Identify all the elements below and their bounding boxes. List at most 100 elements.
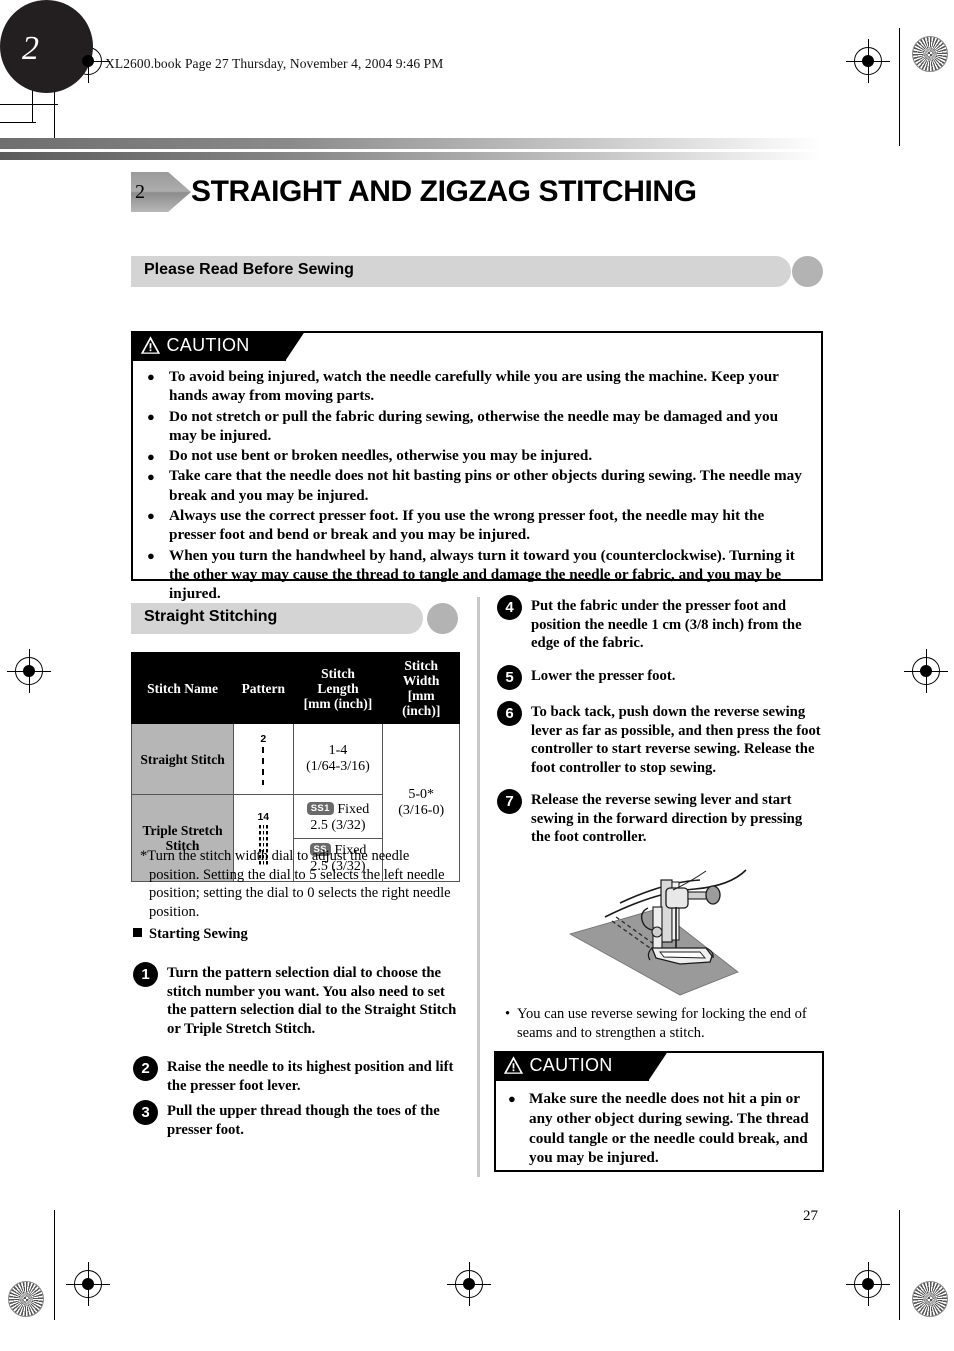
caution-item: ● Always use the correct presser foot. If… — [147, 507, 765, 544]
caution-item-text: Do not use bent or broken needles, other… — [169, 447, 593, 465]
stitch-width-footnote: *Turn the stitch width dial to adjust th… — [140, 848, 451, 920]
step-number-badge: 4 — [497, 595, 522, 620]
step-item-4: 4 Put the fabric under the presser foot … — [497, 595, 823, 653]
caution-box-top: CAUTION ● To avoid being injured, watch t… — [130, 330, 823, 602]
step-item-1: 1 Turn the pattern selection dial to cho… — [133, 962, 461, 1038]
warning-triangle-icon — [140, 335, 161, 355]
dashed-stitch-pattern-icon — [262, 746, 265, 785]
caution-tab-corner — [648, 1050, 669, 1081]
crop-mark-bottom-left-vertical — [54, 1210, 55, 1320]
step-text: Release the reverse sewing lever and sta… — [531, 792, 803, 846]
header-line-2: Width — [402, 673, 440, 689]
page-title: STRAIGHT AND ZIGZAG STITCHING — [191, 175, 697, 208]
subheading-starting-sewing: Starting Sewing — [133, 926, 248, 943]
step-number-badge: 3 — [133, 1100, 158, 1125]
header-line-3: [mm (inch)] — [402, 688, 441, 719]
length-subrow: SS1 Fixed 2.5 (3/32) — [293, 798, 383, 839]
caution-item: ● Do not stretch or pull the fabric durin… — [147, 407, 779, 444]
caution-tab-bottom: CAUTION — [493, 1050, 669, 1081]
warning-triangle-icon — [503, 1055, 524, 1075]
step-number-badge: 5 — [497, 665, 522, 690]
page-number: 27 — [803, 1208, 818, 1224]
header-line-2: Length — [317, 680, 359, 696]
subheading-label: Starting Sewing — [149, 926, 248, 942]
caution-label-bottom: CAUTION — [529, 1054, 613, 1075]
crop-mark-top-right-vertical — [899, 28, 900, 146]
step-number-badge: 6 — [497, 701, 522, 726]
section-banner-read-before-sewing: Please Read Before Sewing — [131, 256, 823, 287]
presser-foot-on-fabric-illustration — [560, 852, 830, 997]
section-banner-straight-stitching: Straight Stitching — [131, 603, 459, 634]
pattern-number: 14 — [257, 811, 270, 824]
registration-mark-bottom-left — [66, 1262, 110, 1306]
banner-end-cap — [792, 256, 823, 287]
header-line-1: Stitch — [404, 658, 439, 673]
chapter-title-row: 2 STRAIGHT AND ZIGZAG STITCHING — [131, 170, 697, 214]
name-line-1: Triple Stretch — [142, 822, 223, 838]
registration-mark-left-middle — [7, 649, 51, 693]
banner-end-cap — [427, 603, 458, 634]
illustration-note-text: You can use reverse sewing for locking t… — [517, 1006, 807, 1041]
registration-mark-right-middle — [904, 649, 948, 693]
width-line-1: 5-0* — [408, 786, 435, 802]
table-header-stitch-width: Stitch Width [mm (inch)] — [382, 651, 460, 725]
caution-box-bottom: CAUTION ● Make sure the needle does not h… — [493, 1050, 824, 1172]
width-line-2: (3/16-0) — [398, 802, 445, 818]
crop-mark-top-left-horizontal — [0, 104, 58, 105]
step-item-3: 3 Pull the upper thread though the toes … — [133, 1100, 461, 1139]
caution-item: ● Do not use bent or broken needles, othe… — [147, 447, 593, 465]
chapter-tab-marker: 2 — [0, 0, 93, 93]
header-line-3: [mm (inch)] — [303, 695, 373, 711]
cell-stitch-length-straight: 1-4 (1/64-3/16) — [292, 723, 384, 796]
header-gradient-bar-upper — [0, 138, 822, 149]
step-text: Raise the needle to its highest position… — [167, 1059, 454, 1094]
halftone-registration-patch-top-right — [912, 36, 948, 72]
section-heading-straight-stitching: Straight Stitching — [144, 608, 278, 625]
caution-list-bottom: ● Make sure the needle does not hit a pin… — [508, 1089, 810, 1168]
step-text: Put the fabric under the presser foot an… — [531, 598, 802, 652]
step-item-7: 7 Release the reverse sewing lever and s… — [497, 789, 823, 847]
table-header-pattern: Pattern — [233, 651, 294, 725]
caution-tab-top: CAUTION — [130, 330, 306, 361]
caution-item-text: When you turn the handwheel by hand, alw… — [169, 546, 795, 603]
cell-pattern-straight: 2 — [233, 723, 294, 796]
caution-label-top: CAUTION — [166, 334, 250, 355]
step-text: Pull the upper thread though the toes of… — [167, 1103, 440, 1138]
step-text: To back tack, push down the reverse sewi… — [531, 704, 821, 776]
fixed-label: Fixed — [337, 801, 370, 817]
step-item-5: 5 Lower the presser foot. — [497, 665, 823, 690]
chapter-tab-number: 2 — [22, 30, 39, 67]
step-item-2: 2 Raise the needle to its highest positi… — [133, 1056, 461, 1095]
caution-item-text: Take care that the needle does not hit b… — [169, 467, 802, 504]
crop-mark-bottom-right-vertical — [899, 1210, 900, 1320]
caution-item: ● To avoid being injured, watch the needl… — [147, 368, 779, 405]
step-text: Turn the pattern selection dial to choos… — [167, 965, 457, 1037]
illustration-note: • You can use reverse sewing for locking … — [504, 1005, 835, 1043]
table-header-row: Stitch Name Pattern Stitch Length [mm (i… — [130, 651, 460, 725]
caution-body-top: ● To avoid being injured, watch the needl… — [147, 367, 807, 604]
registration-mark-top-right — [846, 39, 890, 83]
step-number-badge: 7 — [497, 789, 522, 814]
caution-item: ● Make sure the needle does not hit a pin… — [508, 1090, 809, 1167]
table-header-stitch-name: Stitch Name — [130, 651, 235, 725]
file-header-text: XL2600.book Page 27 Thursday, November 4… — [105, 56, 444, 71]
caution-list-top: ● To avoid being injured, watch the needl… — [147, 367, 807, 604]
registration-mark-bottom-right — [846, 1262, 890, 1306]
halftone-registration-patch-bottom-left — [8, 1281, 44, 1317]
pattern-number: 2 — [260, 733, 267, 746]
caution-item-text: Make sure the needle does not hit a pin … — [529, 1090, 809, 1167]
step-number-badge: 2 — [133, 1056, 158, 1081]
header-gradient-bar-lower — [0, 152, 822, 160]
header-line-1: Stitch — [321, 665, 355, 681]
caution-item-text: To avoid being injured, watch the needle… — [169, 368, 779, 405]
caution-item-text: Do not stretch or pull the fabric during… — [169, 407, 779, 444]
caution-item-text: Always use the correct presser foot. If … — [169, 507, 765, 544]
bullet-dot-icon: • — [505, 1006, 511, 1022]
crop-mark-top-left-inner-horizontal — [0, 122, 36, 123]
step-number-badge: 1 — [133, 962, 158, 987]
caution-tab-corner — [285, 330, 306, 361]
length-line-1: 1-4 — [328, 743, 348, 759]
column-divider — [477, 597, 480, 1177]
ss1-badge: SS1 — [306, 802, 334, 815]
fixed-value: 2.5 (3/32) — [310, 817, 366, 833]
